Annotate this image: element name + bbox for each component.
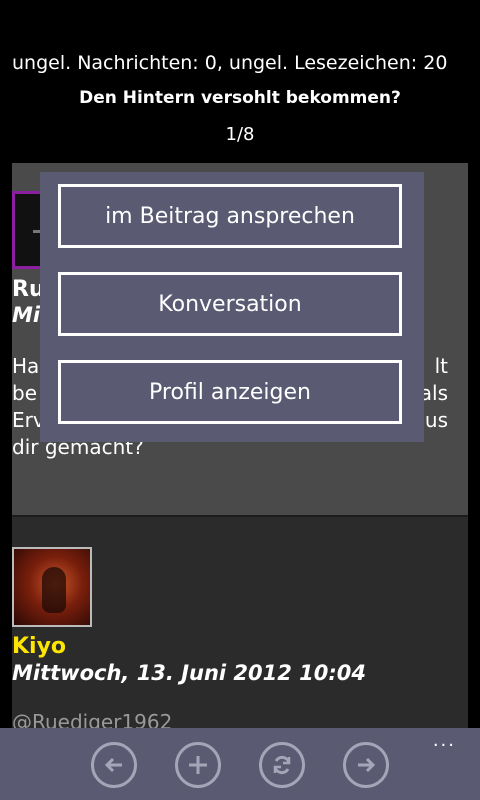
- post-body-fragment: als: [419, 381, 448, 405]
- mention-in-post-button[interactable]: im Beitrag ansprechen: [58, 184, 402, 248]
- refresh-button[interactable]: [259, 742, 305, 788]
- post-body: @Ruediger1962: [12, 710, 173, 728]
- back-icon: [104, 757, 122, 773]
- refresh-icon: [273, 755, 291, 775]
- add-icon: [189, 756, 207, 774]
- post-author[interactable]: Kiyo: [12, 634, 66, 659]
- forward-icon: [358, 757, 376, 773]
- view-profile-button[interactable]: Profil anzeigen: [58, 360, 402, 424]
- context-menu: im Beitrag ansprechen Konversation Profi…: [40, 172, 424, 442]
- forward-button[interactable]: [343, 742, 389, 788]
- page-indicator: 1/8: [225, 124, 255, 145]
- add-button[interactable]: [175, 742, 221, 788]
- app-bar: ...: [0, 728, 480, 800]
- status-line: ungel. Nachrichten: 0, ungel. Lesezeiche…: [12, 52, 448, 74]
- post-date: Mittwoch, 13. Juni 2012 10:04: [12, 661, 367, 685]
- post-date: Mi: [12, 303, 41, 327]
- avatar[interactable]: [12, 547, 92, 627]
- post-item[interactable]: Kiyo Mittwoch, 13. Juni 2012 10:04 @Rued…: [12, 515, 468, 728]
- post-body-fragment: lt: [434, 354, 448, 378]
- thread-title: Den Hintern versohlt bekommen?: [79, 88, 401, 108]
- more-menu-button[interactable]: ...: [433, 732, 456, 750]
- conversation-button[interactable]: Konversation: [58, 272, 402, 336]
- back-button[interactable]: [91, 742, 137, 788]
